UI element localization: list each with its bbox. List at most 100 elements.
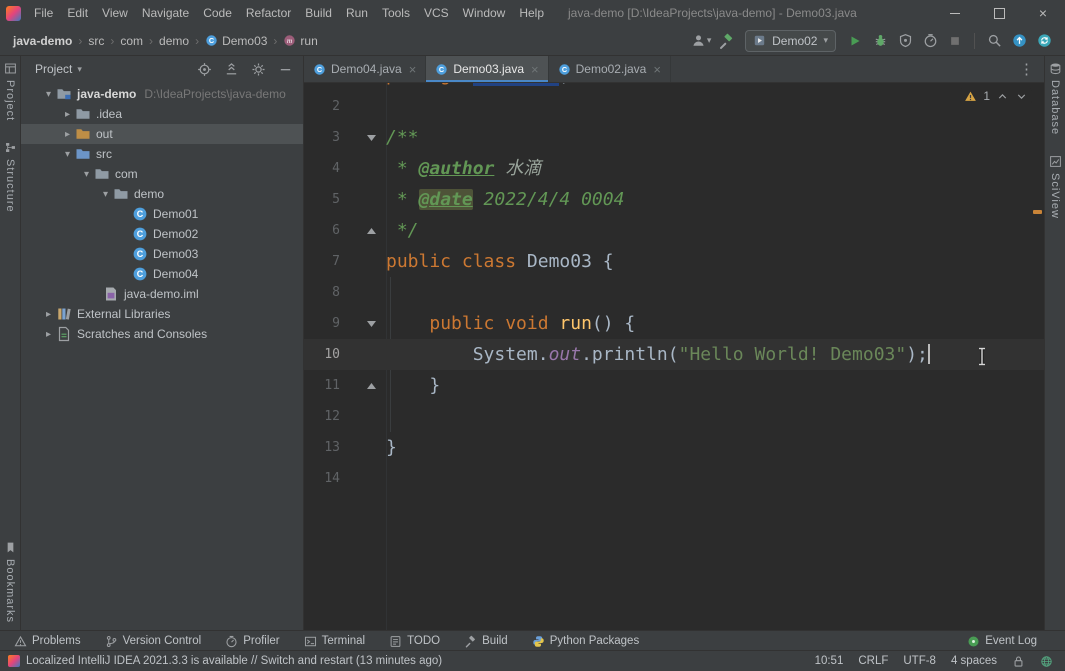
code-line-1[interactable]: 1package com.demo;	[304, 83, 1044, 91]
tree-item-java-demo-iml[interactable]: java-demo.iml	[21, 284, 303, 304]
select-opened-file-icon[interactable]	[197, 62, 212, 77]
caret-position[interactable]: 10:51	[815, 655, 844, 667]
menu-tools[interactable]: Tools	[375, 0, 417, 26]
tool-window-button-terminal[interactable]: Terminal	[304, 635, 365, 648]
code-line-7[interactable]: 7 public class Demo03 {	[304, 246, 1044, 277]
menu-window[interactable]: Window	[456, 0, 513, 26]
run-configuration-select[interactable]: Demo02 ▾	[745, 29, 836, 52]
breadcrumb-run[interactable]: m run	[280, 33, 320, 49]
tree-item-demo04[interactable]: C Demo04	[21, 264, 303, 284]
breadcrumb-demo[interactable]: demo	[156, 33, 192, 49]
lock-icon[interactable]	[1012, 655, 1025, 668]
tree-item-demo[interactable]: ▾ demo	[21, 184, 303, 204]
tool-tab-project[interactable]: Project	[4, 62, 17, 121]
tree-item-external-libraries[interactable]: ▸ External Libraries	[21, 304, 303, 324]
run-button[interactable]	[844, 30, 866, 52]
tool-window-button-build[interactable]: Build	[464, 635, 508, 648]
next-problem-icon[interactable]	[1015, 90, 1028, 103]
tool-tab-structure[interactable]: Structure	[4, 141, 17, 213]
breadcrumb-java-demo[interactable]: java-demo	[10, 33, 75, 49]
menu-help[interactable]: Help	[512, 0, 551, 26]
maximize-button[interactable]	[977, 0, 1021, 26]
code-editor[interactable]: 1package com.demo;23/**4 * @author 水滴5 *…	[304, 83, 1044, 631]
code-line-5[interactable]: 5 * @date 2022/4/4 0004	[304, 184, 1044, 215]
gear-icon[interactable]	[251, 62, 266, 77]
debug-button[interactable]	[869, 30, 891, 52]
editor-tab-demo04-java[interactable]: C Demo04.java ×	[304, 56, 427, 82]
menu-navigate[interactable]: Navigate	[135, 0, 196, 26]
sync-button[interactable]	[1033, 30, 1055, 52]
code-line-10[interactable]: 10 System.out.println("Hello World! Demo…	[304, 339, 1044, 370]
menu-run[interactable]: Run	[339, 0, 375, 26]
code-line-6[interactable]: 6 */	[304, 215, 1044, 246]
tool-window-button-todo[interactable]: TODO	[389, 635, 440, 648]
editor-tab-demo03-java[interactable]: C Demo03.java ×	[426, 56, 549, 82]
chevron-down-icon[interactable]: ▾	[79, 169, 94, 180]
chevron-down-icon[interactable]: ▾	[60, 149, 75, 160]
code-line-11[interactable]: 11 }	[304, 370, 1044, 401]
tree-item-com[interactable]: ▾ com	[21, 164, 303, 184]
tree-item-scratches-and-consoles[interactable]: ▸ Scratches and Consoles	[21, 324, 303, 344]
chevron-right-icon[interactable]: ▸	[60, 129, 75, 140]
close-tab-icon[interactable]: ×	[531, 62, 539, 77]
menu-view[interactable]: View	[95, 0, 135, 26]
hide-panel-icon[interactable]	[278, 62, 293, 77]
menu-code[interactable]: Code	[196, 0, 239, 26]
previous-problem-icon[interactable]	[996, 90, 1009, 103]
tree-item-java-demo[interactable]: ▾ java-demo D:\IdeaProjects\java-demo	[21, 84, 303, 104]
tool-window-button-version-control[interactable]: Version Control	[105, 635, 201, 648]
run-with-coverage-button[interactable]	[894, 30, 916, 52]
menu-file[interactable]: File	[27, 0, 60, 26]
close-tab-icon[interactable]: ×	[409, 62, 417, 77]
globe-icon[interactable]	[1040, 655, 1053, 668]
fold-end-icon[interactable]	[367, 227, 376, 234]
chevron-down-icon[interactable]: ▾	[41, 89, 56, 100]
code-line-4[interactable]: 4 * @author 水滴	[304, 153, 1044, 184]
project-view-selector[interactable]: Project ▾	[35, 62, 82, 76]
editor-tab-demo02-java[interactable]: C Demo02.java ×	[549, 56, 671, 82]
code-with-me-button[interactable]: ▾	[690, 30, 712, 52]
code-line-2[interactable]: 2	[304, 91, 1044, 122]
code-line-8[interactable]: 8	[304, 277, 1044, 308]
fold-start-icon[interactable]	[367, 320, 376, 327]
search-everywhere-button[interactable]	[983, 30, 1005, 52]
chevron-right-icon[interactable]: ▸	[41, 329, 56, 340]
tool-window-button-python-packages[interactable]: Python Packages	[532, 635, 639, 648]
tree-item-src[interactable]: ▾ src	[21, 144, 303, 164]
code-line-12[interactable]: 12	[304, 401, 1044, 432]
minimize-button[interactable]	[933, 0, 977, 26]
chevron-down-icon[interactable]: ▾	[98, 189, 113, 200]
menu-build[interactable]: Build	[298, 0, 339, 26]
tree-item-demo03[interactable]: C Demo03	[21, 244, 303, 264]
close-tab-icon[interactable]: ×	[653, 62, 661, 77]
menu-vcs[interactable]: VCS	[417, 0, 456, 26]
code-line-14[interactable]: 14	[304, 463, 1044, 494]
tool-window-button-event-log[interactable]: Event Log	[967, 635, 1037, 648]
profile-button[interactable]	[919, 30, 941, 52]
breadcrumb-src[interactable]: src	[85, 33, 107, 49]
code-line-9[interactable]: 9 public void run() {	[304, 308, 1044, 339]
tool-window-button-profiler[interactable]: Profiler	[225, 635, 280, 648]
fold-end-icon[interactable]	[367, 382, 376, 389]
tree-item-idea[interactable]: ▸ .idea	[21, 104, 303, 124]
menu-edit[interactable]: Edit	[60, 0, 95, 26]
stop-button[interactable]	[944, 30, 966, 52]
tool-tab-database[interactable]: Database	[1049, 62, 1062, 135]
code-line-13[interactable]: 13}	[304, 432, 1044, 463]
chevron-right-icon[interactable]: ▸	[60, 109, 75, 120]
indent-style[interactable]: 4 spaces	[951, 655, 997, 667]
tree-item-demo02[interactable]: C Demo02	[21, 224, 303, 244]
line-separator[interactable]: CRLF	[858, 655, 888, 667]
tool-window-button-problems[interactable]: Problems	[14, 635, 81, 648]
breadcrumb-demo03[interactable]: C Demo03	[202, 33, 270, 49]
code-line-3[interactable]: 3 /**	[304, 122, 1044, 153]
file-encoding[interactable]: UTF-8	[903, 655, 936, 667]
tree-item-demo01[interactable]: C Demo01	[21, 204, 303, 224]
menu-refactor[interactable]: Refactor	[239, 0, 298, 26]
collapse-all-icon[interactable]	[224, 62, 239, 77]
fold-start-icon[interactable]	[367, 134, 376, 141]
status-message[interactable]: Localized IntelliJ IDEA 2021.3.3 is avai…	[26, 655, 442, 667]
tab-options-icon[interactable]: ⋮	[1009, 56, 1044, 82]
breadcrumb-com[interactable]: com	[117, 33, 146, 49]
inspections-widget[interactable]: 1	[960, 88, 1032, 104]
